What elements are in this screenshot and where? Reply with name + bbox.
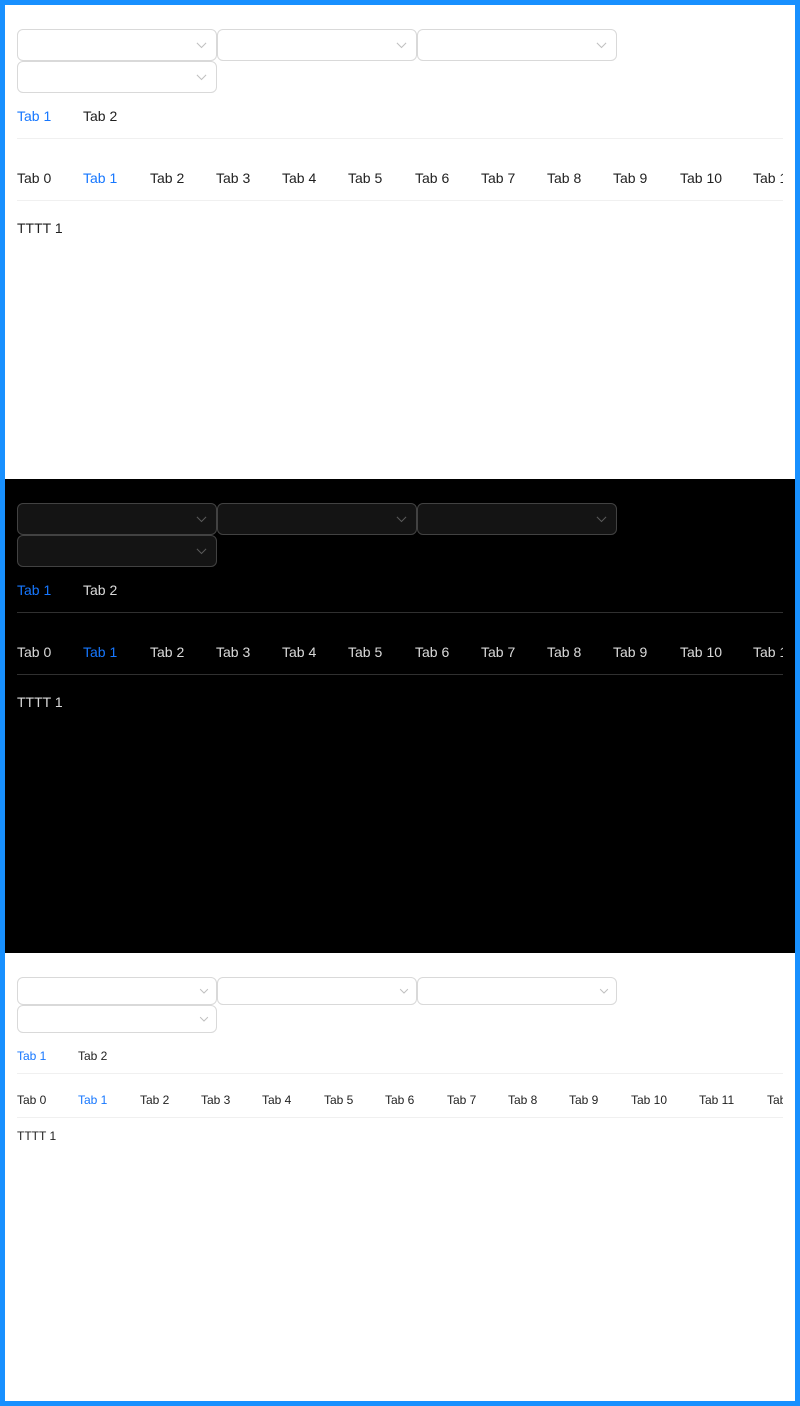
chevron-down-icon <box>599 985 609 994</box>
tab-5[interactable]: Tab 5 <box>348 171 382 185</box>
tab-content: TTTT 1 <box>17 694 63 710</box>
chevron-down-icon <box>196 544 207 555</box>
select-4[interactable] <box>17 1005 217 1033</box>
select-1[interactable] <box>17 29 217 61</box>
tab-1[interactable]: Tab 1 <box>78 1094 107 1106</box>
tab-2[interactable]: Tab 2 <box>140 1094 169 1106</box>
compact-section: Tab 1 Tab 2 Tab 0 Tab 1 Tab 2 Tab 3 Tab … <box>5 953 795 1401</box>
chevron-down-icon <box>196 70 207 81</box>
tab-6[interactable]: Tab 6 <box>385 1094 414 1106</box>
chevron-down-icon <box>596 38 607 49</box>
tab-0[interactable]: Tab 0 <box>17 645 51 659</box>
select-1[interactable] <box>17 503 217 535</box>
tabs-divider <box>17 612 783 613</box>
tab-content: TTTT 1 <box>17 220 63 236</box>
tab-1[interactable]: Tab 1 <box>17 583 51 597</box>
tab-2[interactable]: Tab 2 <box>150 171 184 185</box>
tab-8[interactable]: Tab 8 <box>508 1094 537 1106</box>
tab-11[interactable]: Tab 11 <box>699 1094 734 1106</box>
tab-2[interactable]: Tab 2 <box>150 645 184 659</box>
chevron-down-icon <box>396 38 407 49</box>
tabs-divider <box>17 1117 783 1118</box>
tab-5[interactable]: Tab 5 <box>348 645 382 659</box>
tab-7[interactable]: Tab 7 <box>481 171 515 185</box>
tab-1[interactable]: Tab 1 <box>83 171 117 185</box>
chevron-down-icon <box>196 512 207 523</box>
select-1[interactable] <box>17 977 217 1005</box>
tab-6[interactable]: Tab 6 <box>415 645 449 659</box>
tab-4[interactable]: Tab 4 <box>282 645 316 659</box>
light-theme-section: Tab 1 Tab 2 Tab 0 Tab 1 Tab 2 Tab 3 Tab … <box>5 5 795 479</box>
scroll-tab-strip: Tab 0 Tab 1 Tab 2 Tab 3 Tab 4 Tab 5 Tab … <box>17 1094 783 1108</box>
chevron-down-icon <box>199 1013 209 1022</box>
chevron-down-icon <box>396 512 407 523</box>
select-3[interactable] <box>417 503 617 535</box>
tab-4[interactable]: Tab 4 <box>262 1094 291 1106</box>
scroll-tab-strip: Tab 0 Tab 1 Tab 2 Tab 3 Tab 4 Tab 5 Tab … <box>17 645 783 661</box>
select-2[interactable] <box>217 503 417 535</box>
tabs-divider <box>17 1073 783 1074</box>
scroll-tab-strip: Tab 0 Tab 1 Tab 2 Tab 3 Tab 4 Tab 5 Tab … <box>17 171 783 187</box>
tab-3[interactable]: Tab 3 <box>216 645 250 659</box>
tab-10[interactable]: Tab 10 <box>680 645 722 659</box>
tab-12[interactable]: Tab 12 <box>767 1094 783 1106</box>
tab-2[interactable]: Tab 2 <box>83 109 117 123</box>
select-4[interactable] <box>17 535 217 567</box>
tab-7[interactable]: Tab 7 <box>481 645 515 659</box>
select-4[interactable] <box>17 61 217 93</box>
tab-11[interactable]: Tab 11 <box>753 171 783 185</box>
tab-6[interactable]: Tab 6 <box>415 171 449 185</box>
tab-3[interactable]: Tab 3 <box>201 1094 230 1106</box>
tabs-divider <box>17 138 783 139</box>
tab-9[interactable]: Tab 9 <box>613 645 647 659</box>
tab-8[interactable]: Tab 8 <box>547 645 581 659</box>
select-3[interactable] <box>417 29 617 61</box>
select-2[interactable] <box>217 977 417 1005</box>
tab-7[interactable]: Tab 7 <box>447 1094 476 1106</box>
tab-4[interactable]: Tab 4 <box>282 171 316 185</box>
tab-3[interactable]: Tab 3 <box>216 171 250 185</box>
chevron-down-icon <box>199 985 209 994</box>
tab-11[interactable]: Tab 11 <box>753 645 783 659</box>
select-2[interactable] <box>217 29 417 61</box>
tab-10[interactable]: Tab 10 <box>631 1094 667 1106</box>
tabs-divider <box>17 200 783 201</box>
tab-1[interactable]: Tab 1 <box>83 645 117 659</box>
select-3[interactable] <box>417 977 617 1005</box>
tab-10[interactable]: Tab 10 <box>680 171 722 185</box>
tab-9[interactable]: Tab 9 <box>613 171 647 185</box>
tabs-divider <box>17 674 783 675</box>
tab-1[interactable]: Tab 1 <box>17 109 51 123</box>
chevron-down-icon <box>399 985 409 994</box>
tab-0[interactable]: Tab 0 <box>17 171 51 185</box>
dark-theme-section: Tab 1 Tab 2 Tab 0 Tab 1 Tab 2 Tab 3 Tab … <box>5 479 795 953</box>
preview-frame: Tab 1 Tab 2 Tab 0 Tab 1 Tab 2 Tab 3 Tab … <box>5 5 795 1401</box>
tab-content: TTTT 1 <box>17 1129 57 1143</box>
tab-1[interactable]: Tab 1 <box>17 1050 46 1062</box>
tab-0[interactable]: Tab 0 <box>17 1094 46 1106</box>
tab-2[interactable]: Tab 2 <box>83 583 117 597</box>
tab-5[interactable]: Tab 5 <box>324 1094 353 1106</box>
tab-2[interactable]: Tab 2 <box>78 1050 107 1062</box>
chevron-down-icon <box>596 512 607 523</box>
tab-8[interactable]: Tab 8 <box>547 171 581 185</box>
tab-9[interactable]: Tab 9 <box>569 1094 598 1106</box>
chevron-down-icon <box>196 38 207 49</box>
